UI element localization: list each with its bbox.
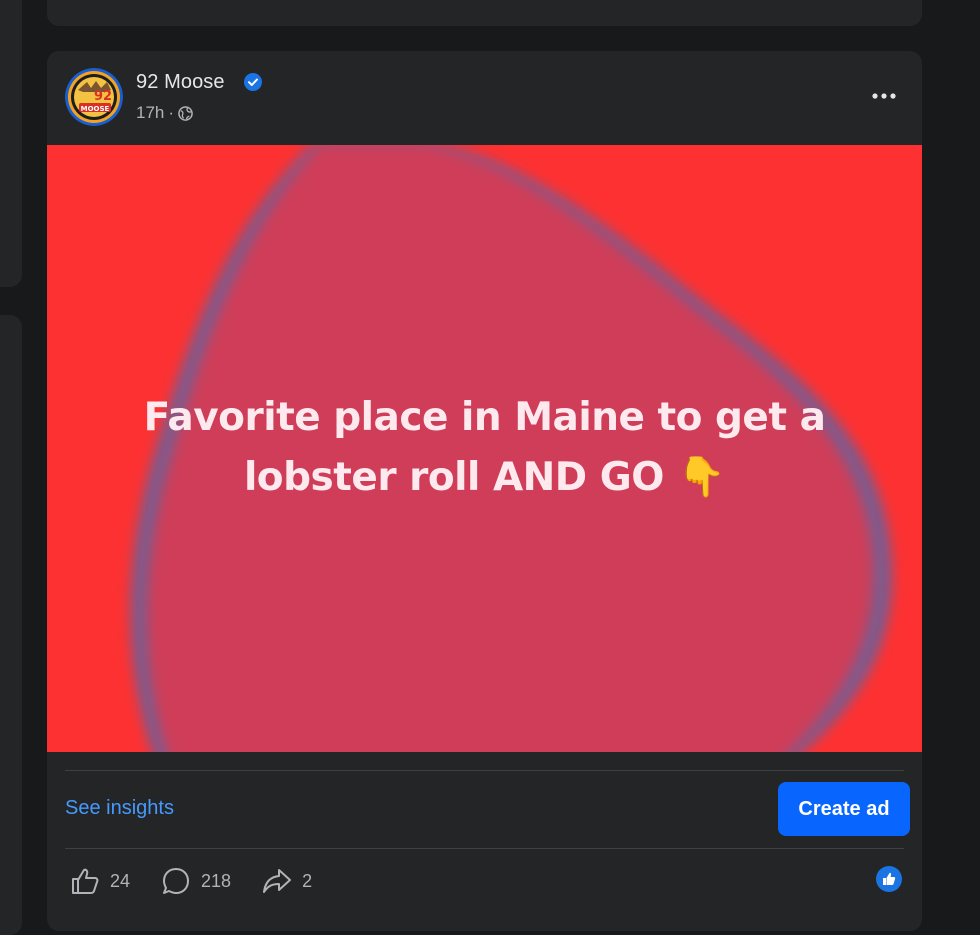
previous-post-card: [47, 0, 922, 26]
verified-badge-icon: [244, 73, 262, 91]
share-count[interactable]: 2: [261, 865, 312, 897]
post-header: 92 MOOSE 92 Moose 17h ·: [47, 51, 922, 145]
page-name-link[interactable]: 92 Moose: [136, 71, 225, 94]
comment-count-value: 218: [201, 870, 232, 891]
create-ad-button[interactable]: Create ad: [778, 782, 910, 836]
share-icon: [263, 869, 292, 893]
like-count[interactable]: 24: [69, 865, 130, 897]
share-count-value: 2: [302, 870, 313, 891]
divider: [65, 848, 904, 849]
post-stats: 24 218 2: [69, 861, 342, 901]
meta-separator: ·: [168, 103, 175, 122]
svg-text:MOOSE: MOOSE: [81, 105, 110, 113]
post-meta: 17h ·: [136, 103, 193, 123]
post-media[interactable]: Favorite place in Maine to get a lobster…: [47, 145, 922, 752]
page-avatar[interactable]: 92 MOOSE: [65, 68, 123, 126]
left-panel-card: [0, 0, 22, 287]
post-caption-line: lobster roll AND GO 👇: [243, 455, 726, 500]
post-caption: Favorite place in Maine to get a lobster…: [47, 388, 922, 508]
svg-text:92: 92: [94, 89, 112, 104]
comment-count[interactable]: 218: [160, 865, 231, 897]
more-options-button[interactable]: [866, 78, 902, 114]
post-caption-line: Favorite place in Maine to get a: [143, 395, 826, 440]
left-panel-card: [0, 315, 22, 935]
see-insights-link[interactable]: See insights: [65, 797, 174, 820]
post-timestamp[interactable]: 17h: [136, 103, 164, 123]
comment-icon: [163, 868, 190, 894]
like-reaction-icon[interactable]: [876, 866, 902, 892]
more-horizontal-icon: [872, 93, 896, 99]
thumbs-up-icon: [72, 868, 99, 894]
like-count-value: 24: [110, 870, 131, 891]
feed-post: 92 MOOSE 92 Moose 17h · Favorite place i…: [47, 51, 922, 931]
divider: [65, 770, 904, 771]
thumbs-up-icon: [883, 872, 896, 885]
globe-icon: [178, 106, 193, 121]
